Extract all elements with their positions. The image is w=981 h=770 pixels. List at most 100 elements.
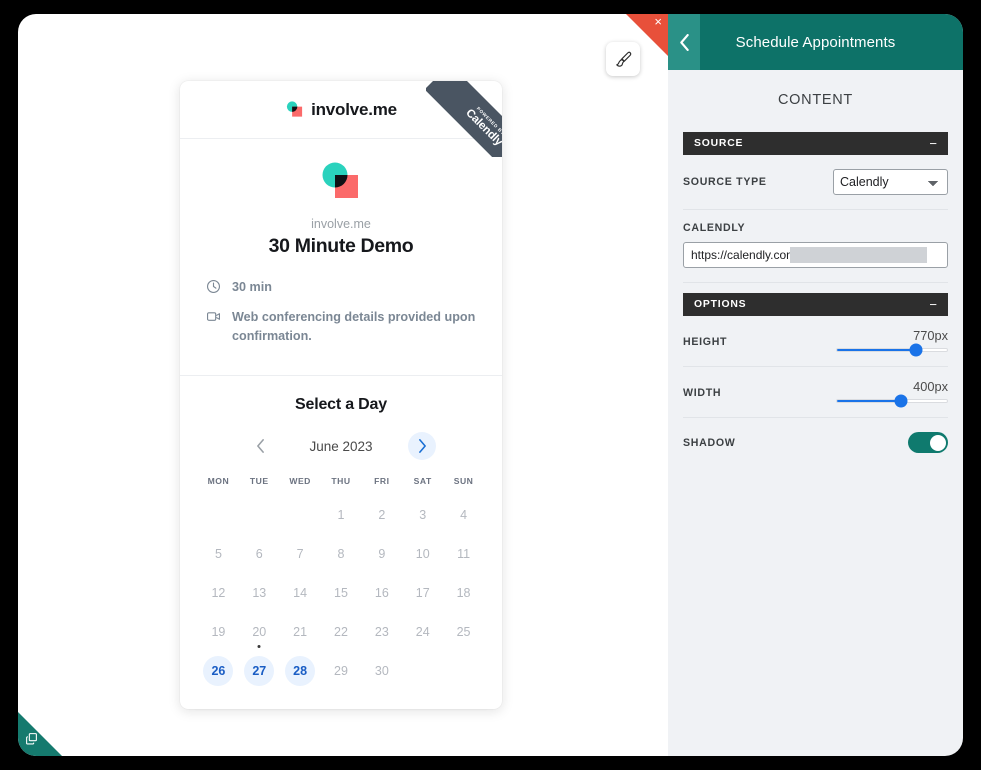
calendar-day-unavailable: 18 [443, 576, 484, 609]
calendar-day-number: 18 [456, 585, 471, 600]
close-element-button[interactable]: × [626, 14, 668, 56]
calendar-day-unavailable: 7 [280, 537, 321, 570]
event-host-avatar [319, 161, 363, 205]
calendar-day-blank [198, 498, 239, 531]
next-month-button[interactable] [408, 432, 436, 460]
calendar-day-number: 5 [214, 546, 222, 561]
source-section-body: SOURCE TYPE Calendly CALENDLY [668, 155, 963, 283]
calendar-day-available[interactable]: 26 [198, 654, 239, 687]
event-location-row: Web conferencing details provided upon c… [206, 308, 476, 346]
calendar-weekday: WED [289, 476, 311, 486]
shadow-toggle-row: SHADOW [683, 418, 948, 467]
calendar-today-dot [257, 645, 261, 648]
calendar-day-available[interactable]: 27 [239, 654, 280, 687]
calendar-day-unavailable: 2 [361, 498, 402, 531]
involveme-wordmark: involve.me [311, 99, 397, 119]
chevron-right-icon [418, 439, 426, 453]
event-duration-text: 30 min [232, 280, 272, 294]
calendar-day-number: 3 [419, 507, 427, 522]
calendar-day-unavailable: 10 [402, 537, 443, 570]
calendar-day-available[interactable]: 28 [280, 654, 321, 687]
calendar-day-unavailable: 24 [402, 615, 443, 648]
calendar-day-number: 15 [334, 585, 348, 600]
settings-panel: Schedule Appointments CONTENT SOURCE − S… [668, 14, 963, 756]
width-label-wrap: WIDTH [683, 383, 721, 403]
calendly-embed-card: involve.me POWERED BY Calendly involve.m… [180, 81, 502, 709]
calendar-day-number: 1 [337, 507, 345, 522]
calendar-day-unavailable: 17 [402, 576, 443, 609]
calendar-day-unavailable: 20 [239, 615, 280, 648]
panel-header: Schedule Appointments [668, 14, 963, 70]
calendar-section: Select a Day June 2023 MONTUEWEDTHUF [180, 376, 502, 709]
source-section-header[interactable]: SOURCE − [683, 132, 948, 155]
event-organization: involve.me [311, 217, 371, 231]
calendar-weekday: SAT [413, 476, 432, 486]
calendar-day-unavailable: 15 [321, 576, 362, 609]
calendly-url-label: CALENDLY [683, 222, 746, 234]
previous-month-button[interactable] [246, 432, 274, 460]
calendar-day-unavailable: 6 [239, 537, 280, 570]
options-section-collapse-icon[interactable]: − [929, 298, 937, 311]
calendar-day-unavailable: 9 [361, 537, 402, 570]
calendar-day-number: 24 [415, 624, 430, 639]
calendar-day-number: 8 [337, 546, 345, 561]
calendar-day-number: 23 [374, 624, 389, 639]
height-label: HEIGHT [683, 336, 728, 348]
width-slider-row: WIDTH 400px [683, 367, 948, 418]
calendar-day-unavailable: 4 [443, 498, 484, 531]
calendar-day-unavailable: 8 [321, 537, 362, 570]
shadow-toggle[interactable] [908, 432, 948, 453]
source-section-collapse-icon[interactable]: − [929, 137, 937, 150]
width-slider-wrap: 400px [836, 379, 948, 408]
calendar-day-unavailable: 14 [280, 576, 321, 609]
calendar-weekday: TUE [249, 476, 269, 486]
duplicate-corner-handle[interactable] [18, 712, 62, 756]
calendar-day-number: 27 [244, 655, 275, 686]
calendar-day-number: 19 [211, 624, 226, 639]
calendar-month-navigation: June 2023 [198, 432, 484, 460]
calendar-day-number: 29 [334, 663, 348, 678]
calendar-day-unavailable: 22 [321, 615, 362, 648]
calendar-weekday: THU [331, 476, 351, 486]
source-type-select[interactable]: Calendly [833, 169, 948, 195]
source-type-label: SOURCE TYPE [683, 176, 767, 188]
calendar-day-grid: 1 2 3 4 5 6 7 8 9 10 11 12 13 14 15 16 17 18 19 20 21 22 23 24 2… [198, 498, 484, 687]
calendly-url-input[interactable] [683, 242, 948, 268]
calendar-weekday: MON [207, 476, 230, 486]
calendar-day-unavailable: 19 [198, 615, 239, 648]
calendar-day-number: 21 [293, 624, 308, 639]
calendar-day-number: 9 [378, 546, 386, 561]
calendar-day-number: 20 [252, 624, 267, 639]
height-slider-row: HEIGHT 770px [683, 316, 948, 367]
calendar-day-number: 25 [456, 624, 471, 639]
calendar-day-number: 11 [457, 546, 471, 561]
width-slider-knob[interactable] [894, 394, 908, 408]
calendar-day-number: 7 [296, 546, 304, 561]
calendly-url-wrapper [683, 242, 948, 268]
options-section-body: HEIGHT 770px WIDTH 400px SHADOW [668, 316, 963, 467]
options-section-label: OPTIONS [694, 299, 747, 310]
height-slider-knob[interactable] [909, 343, 923, 357]
height-label-wrap: HEIGHT [683, 332, 727, 352]
calendar-day-number: 30 [374, 663, 389, 678]
ribbon-powered-by-text: POWERED BY [476, 105, 502, 136]
calendar-day-number: 17 [415, 585, 430, 600]
calendar-day-unavailable: 30 [361, 654, 402, 687]
height-slider[interactable] [836, 343, 948, 357]
close-icon: × [654, 14, 662, 29]
width-slider[interactable] [836, 394, 948, 408]
event-location-text: Web conferencing details provided upon c… [232, 310, 476, 343]
shadow-toggle-knob [929, 434, 946, 451]
app-frame: × involve.me POWERED BY Calendly involve… [0, 0, 981, 770]
panel-subtitle: CONTENT [778, 92, 853, 108]
calendar-day-unavailable: 21 [280, 615, 321, 648]
calendar-day-number: 22 [334, 624, 348, 639]
calendar-day-number: 6 [255, 546, 263, 561]
clock-icon [206, 279, 221, 299]
panel-back-button[interactable] [668, 14, 700, 70]
chevron-left-icon [679, 33, 689, 51]
calendar-day-unavailable: 5 [198, 537, 239, 570]
options-section-header[interactable]: OPTIONS − [683, 293, 948, 316]
calendar-day-unavailable: 16 [361, 576, 402, 609]
calendar-day-unavailable: 23 [361, 615, 402, 648]
